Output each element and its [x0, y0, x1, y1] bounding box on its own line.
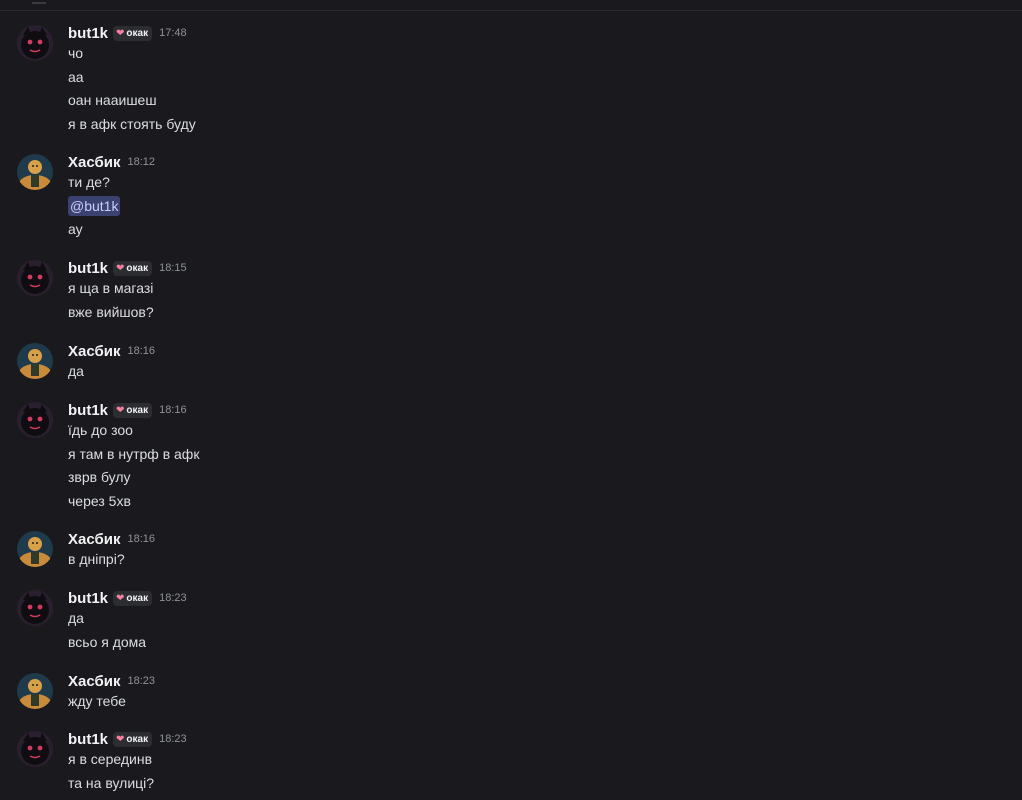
role-badge[interactable]: ❤ окак: [113, 25, 153, 41]
top-divider: [0, 10, 1022, 11]
avatar[interactable]: [17, 154, 53, 190]
chat-message-list: but1k ❤ окак 17:48 чо аа оан нааишеш я в …: [0, 0, 1022, 800]
username[interactable]: Хасбик: [68, 154, 121, 171]
message-header: Хасбик 18:12: [68, 152, 155, 172]
username[interactable]: Хасбик: [68, 531, 121, 548]
badge-label: окак: [126, 262, 149, 274]
timestamp[interactable]: 18:12: [128, 156, 156, 168]
username[interactable]: but1k: [68, 731, 108, 748]
message-text[interactable]: аа: [68, 66, 84, 88]
message-header: Хасбик 18:16: [68, 341, 155, 361]
black-cat-avatar: [17, 260, 53, 296]
message-text[interactable]: я ща в магазі: [68, 277, 153, 299]
bodybuilder-avatar: [17, 154, 53, 190]
message-text[interactable]: всьо я дома: [68, 631, 146, 653]
black-cat-avatar: [17, 590, 53, 626]
black-cat-avatar: [17, 25, 53, 61]
avatar[interactable]: [17, 731, 53, 767]
message-header: but1k ❤ окак 18:23: [68, 588, 187, 608]
avatar[interactable]: [17, 260, 53, 296]
timestamp[interactable]: 17:48: [159, 27, 187, 39]
role-badge[interactable]: ❤ окак: [113, 402, 153, 418]
avatar[interactable]: [17, 531, 53, 567]
message-header: but1k ❤ окак 18:16: [68, 400, 187, 420]
avatar[interactable]: [17, 673, 53, 709]
badge-label: окак: [126, 404, 149, 416]
message-text[interactable]: ти де?: [68, 171, 110, 193]
username[interactable]: but1k: [68, 260, 108, 277]
avatar[interactable]: [17, 590, 53, 626]
black-cat-avatar: [17, 402, 53, 438]
username[interactable]: but1k: [68, 590, 108, 607]
badge-label: окак: [126, 592, 149, 604]
heart-icon: ❤: [116, 592, 125, 604]
timestamp[interactable]: 18:23: [159, 592, 187, 604]
message-text[interactable]: зврв булу: [68, 466, 131, 488]
message-text[interactable]: та на вулиці?: [68, 772, 154, 794]
bodybuilder-avatar: [17, 531, 53, 567]
avatar[interactable]: [17, 343, 53, 379]
role-badge[interactable]: ❤ окак: [113, 260, 153, 276]
black-cat-avatar: [17, 731, 53, 767]
heart-icon: ❤: [116, 262, 125, 274]
heart-icon: ❤: [116, 404, 125, 416]
timestamp[interactable]: 18:15: [159, 262, 187, 274]
heart-icon: ❤: [116, 733, 125, 745]
message-text[interactable]: в дніпрі?: [68, 548, 125, 570]
username[interactable]: but1k: [68, 402, 108, 419]
bodybuilder-avatar: [17, 673, 53, 709]
message-text[interactable]: я в серединв: [68, 748, 152, 770]
timestamp[interactable]: 18:16: [128, 345, 156, 357]
message-header: but1k ❤ окак 17:48: [68, 23, 187, 43]
username[interactable]: but1k: [68, 25, 108, 42]
message-header: but1k ❤ окак 18:23: [68, 729, 187, 749]
heart-icon: ❤: [116, 27, 125, 39]
timestamp[interactable]: 18:16: [159, 404, 187, 416]
message-header: Хасбик 18:16: [68, 529, 155, 549]
username[interactable]: Хасбик: [68, 343, 121, 360]
message-text[interactable]: да: [68, 607, 84, 629]
message-header: but1k ❤ окак 18:15: [68, 258, 187, 278]
message-text[interactable]: @but1k: [68, 195, 121, 217]
avatar[interactable]: [17, 402, 53, 438]
message-text[interactable]: я в афк стоять буду: [68, 113, 196, 135]
message-text[interactable]: ау: [68, 218, 83, 240]
message-text[interactable]: да: [68, 360, 84, 382]
role-badge[interactable]: ❤ окак: [113, 590, 153, 606]
message-text[interactable]: їдь до зоо: [68, 419, 133, 441]
username[interactable]: Хасбик: [68, 673, 121, 690]
message-text[interactable]: через 5хв: [68, 490, 131, 512]
message-text[interactable]: оан нааишеш: [68, 89, 157, 111]
timestamp[interactable]: 18:16: [128, 533, 156, 545]
timestamp[interactable]: 18:23: [159, 733, 187, 745]
avatar[interactable]: [17, 25, 53, 61]
bodybuilder-avatar: [17, 343, 53, 379]
badge-label: окак: [126, 27, 149, 39]
role-badge[interactable]: ❤ окак: [113, 731, 153, 747]
message-text[interactable]: вже вийшов?: [68, 301, 154, 323]
message-text[interactable]: чо: [68, 42, 83, 64]
top-cutoff-element: [32, 0, 46, 4]
timestamp[interactable]: 18:23: [128, 675, 156, 687]
badge-label: окак: [126, 733, 149, 745]
message-text[interactable]: жду тебе: [68, 690, 126, 712]
message-text[interactable]: я там в нутрф в афк: [68, 443, 199, 465]
user-mention[interactable]: @but1k: [68, 196, 121, 216]
message-header: Хасбик 18:23: [68, 671, 155, 691]
